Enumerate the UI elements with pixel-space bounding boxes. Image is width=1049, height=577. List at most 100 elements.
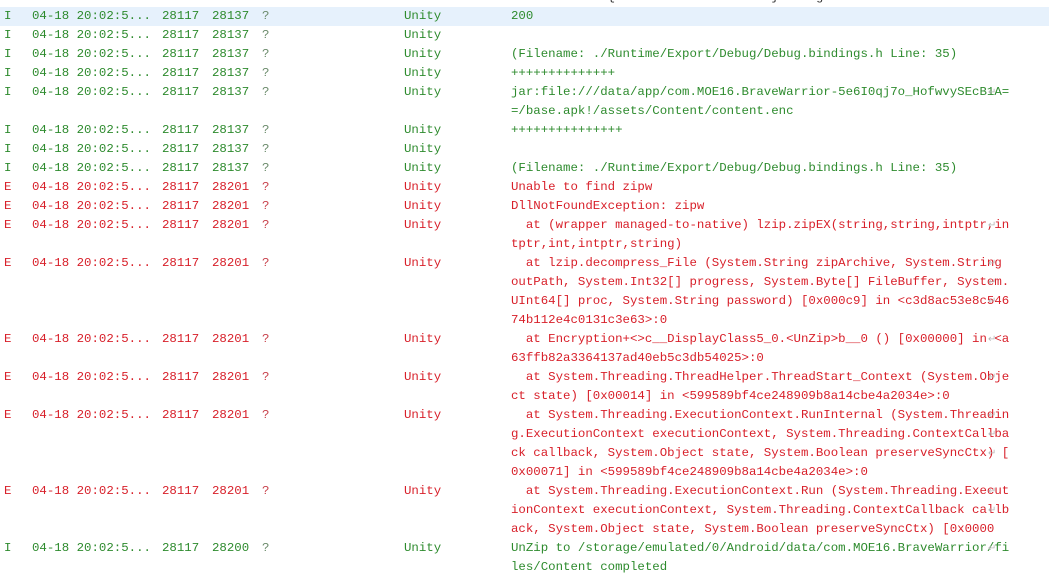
log-row[interactable]: E 04-18 20:02:5... 28117 28201? Unity at (wr… xyxy=(0,216,1049,254)
log-application: ? xyxy=(262,218,270,232)
log-message xyxy=(511,26,1011,45)
log-level: E xyxy=(4,199,12,213)
log-message: at System.Threading.ExecutionContext.Run… xyxy=(511,406,1011,482)
log-message: ++++++++++++++ xyxy=(511,64,1011,83)
log-message: (Filename: ./Runtime/Export/Debug/Debug.… xyxy=(511,159,1011,178)
soft-wrap-icon: ↵ xyxy=(988,429,997,440)
log-application: ? xyxy=(262,47,270,61)
soft-wrap-icon: ↵ xyxy=(988,448,997,459)
log-row[interactable]: E 04-18 20:02:5... 28117 28201? Unity at Sys… xyxy=(0,368,1049,406)
log-message: at System.Threading.ExecutionContext.Run… xyxy=(511,482,1011,539)
log-message-text: outPath, System.Int32[] progress, System… xyxy=(511,275,1010,289)
log-message-text: =0x1 surface={valid=true 3341457408} cha… xyxy=(511,0,883,4)
log-message-line: 63ffb82a3364137ad40eb5c3db54025>:0 xyxy=(511,349,1011,368)
log-level: I xyxy=(4,47,12,61)
log-tag: Unity xyxy=(404,541,442,555)
soft-wrap-icon: ↵ xyxy=(988,258,997,269)
log-row[interactable]: E 04-18 20:02:5... 28117 28201? Unity at Sys… xyxy=(0,406,1049,482)
log-timestamp: 04-18 20:02:5... xyxy=(32,370,151,384)
log-row[interactable]: I 04-18 20:02:5... 28117 28137? Unity (Filena… xyxy=(0,45,1049,64)
log-message-text: ck callback, System.Object state, System… xyxy=(511,446,1010,460)
log-message-line: at Encryption+<>c__DisplayClass5_0.<UnZi… xyxy=(511,330,1011,349)
soft-wrap-icon: ↵ xyxy=(988,334,997,345)
log-application: ? xyxy=(262,9,270,23)
log-level: E xyxy=(4,408,12,422)
log-row[interactable]: I 04-18 20:02:5... 28117 28137? Unity +++++++… xyxy=(0,64,1049,83)
log-tag: Unity xyxy=(404,484,442,498)
log-row[interactable]: I 04-18 20:02:5... 28117 28137? Unity xyxy=(0,26,1049,45)
log-timestamp: 04-18 20:02:5... xyxy=(32,28,151,42)
log-message-text: at System.Threading.ExecutionContext.Run… xyxy=(511,484,1010,498)
log-timestamp: 04-18 20:02:5... xyxy=(32,256,151,270)
log-tag: Unity xyxy=(404,9,442,23)
log-row[interactable]: E 04-18 20:02:5... 28117 28201? Unity at Sys… xyxy=(0,482,1049,539)
log-tag: Unity xyxy=(404,218,442,232)
log-timestamp: 04-18 20:02:5... xyxy=(32,218,151,232)
log-pid: 28117 xyxy=(162,199,200,213)
log-row[interactable]: I 04-18 20:02:5... 28117 28137? Unity +++++++… xyxy=(0,121,1049,140)
log-tid: 28201 xyxy=(212,370,250,384)
log-tid: 28201 xyxy=(212,332,250,346)
log-level: E xyxy=(4,180,12,194)
log-row[interactable]: E 04-18 20:02:5... 28117 28201? Unity DllNotF… xyxy=(0,197,1049,216)
log-row[interactable]: I 04-18 20:02:5... 28117 28137? Unity (Filena… xyxy=(0,159,1049,178)
log-application: ? xyxy=(262,66,270,80)
log-row[interactable]: E 04-18 20:02:5... 28117 28201? Unity at lzi… xyxy=(0,254,1049,330)
log-row[interactable]: I 04-18 20:02:5... 28117 28137? Unity 200 xyxy=(0,7,1049,26)
log-tid: 28137 xyxy=(212,66,250,80)
log-tid: 28201 xyxy=(212,484,250,498)
log-message-line: =/base.apk!/assets/Content/content.enc xyxy=(511,102,1011,121)
log-message-text: DllNotFoundException: zipw xyxy=(511,199,705,213)
log-tag: Unity xyxy=(404,370,442,384)
log-application: ? xyxy=(262,180,270,194)
log-pid: 28117 xyxy=(162,28,200,42)
log-pid: 28117 xyxy=(162,408,200,422)
log-tid: 28137 xyxy=(212,28,250,42)
log-pid: 28117 xyxy=(162,218,200,232)
log-tid: 28137 xyxy=(212,142,250,156)
log-row[interactable]: I 04-18 20:02:5... 28117 28137? Unity xyxy=(0,140,1049,159)
log-level: I xyxy=(4,541,12,555)
log-message-line xyxy=(511,140,1011,159)
log-tag: Unity xyxy=(404,66,442,80)
log-message-line: +++++++++++++++ xyxy=(511,121,1011,140)
soft-wrap-icon: ↵ xyxy=(988,296,997,307)
log-message-text: at System.Threading.ThreadHelper.ThreadS… xyxy=(511,370,1010,384)
log-message-text: 200 xyxy=(511,9,534,23)
log-message-line: 200 xyxy=(511,7,1011,26)
log-timestamp: 04-18 20:02:5... xyxy=(32,123,151,137)
log-row[interactable]: E 04-18 20:02:5... 28117 28201? Unity at Enc… xyxy=(0,330,1049,368)
log-timestamp: 04-18 20:02:5... xyxy=(32,484,151,498)
log-row[interactable]: =0x1 surface={valid=true 3341457408} cha… xyxy=(0,0,1049,7)
log-message-text: UnZip to /storage/emulated/0/Android/dat… xyxy=(511,541,1010,555)
log-level: E xyxy=(4,218,12,232)
log-pid: 28117 xyxy=(162,161,200,175)
log-timestamp: 04-18 20:02:5... xyxy=(32,332,151,346)
log-level: I xyxy=(4,28,12,42)
log-message-line: (Filename: ./Runtime/Export/Debug/Debug.… xyxy=(511,159,1011,178)
log-level: E xyxy=(4,256,12,270)
log-tid: 28137 xyxy=(212,161,250,175)
log-message: UnZip to /storage/emulated/0/Android/dat… xyxy=(511,539,1011,577)
log-pid: 28117 xyxy=(162,484,200,498)
log-message: jar:file:///data/app/com.MOE16.BraveWarr… xyxy=(511,83,1011,121)
log-pid: 28117 xyxy=(162,85,200,99)
log-tag: Unity xyxy=(404,256,442,270)
log-message-text: ++++++++++++++ xyxy=(511,66,616,80)
log-message-text: at System.Threading.ExecutionContext.Run… xyxy=(511,408,1010,422)
log-message: 200 xyxy=(511,7,1011,26)
log-message-text: 0x00071] in <599589bf4ce248909b8a14cbe4a… xyxy=(511,465,868,479)
log-timestamp: 04-18 20:02:5... xyxy=(32,47,151,61)
log-row[interactable]: I 04-18 20:02:5... 28117 28200? Unity UnZip t… xyxy=(0,539,1049,577)
log-level: E xyxy=(4,484,12,498)
log-message-text: at (wrapper managed-to-native) lzip.zipE… xyxy=(511,218,1010,232)
soft-wrap-icon: ↵ xyxy=(988,410,997,421)
logcat-message-list[interactable]: =0x1 surface={valid=true 3341457408} cha… xyxy=(0,0,1049,577)
log-row[interactable]: I 04-18 20:02:5... 28117 28137? Unity jar:fil… xyxy=(0,83,1049,121)
log-message-line: ack, System.Object state, System.Boolean… xyxy=(511,520,1011,539)
log-tag: Unity xyxy=(404,123,442,137)
log-row[interactable]: E 04-18 20:02:5... 28117 28201? Unity Unable … xyxy=(0,178,1049,197)
log-pid: 28117 xyxy=(162,66,200,80)
log-message-text: ack, System.Object state, System.Boolean… xyxy=(511,522,995,536)
log-application: ? xyxy=(262,199,270,213)
